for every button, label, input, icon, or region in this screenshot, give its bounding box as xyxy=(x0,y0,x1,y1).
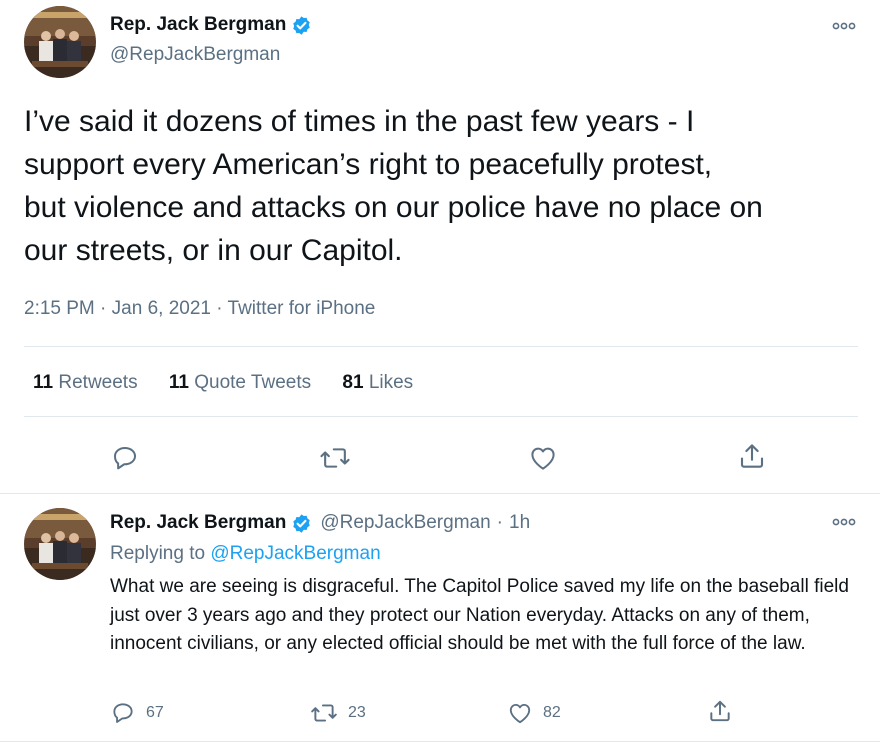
stat-count: 81 xyxy=(342,372,364,393)
retweet-button[interactable]: 23 xyxy=(310,700,366,726)
author-name-row[interactable]: Rep. Jack Bergman xyxy=(110,14,312,36)
retweet-button[interactable] xyxy=(318,441,352,475)
reply-button[interactable]: 67 xyxy=(110,700,164,726)
retweet-count: 23 xyxy=(348,704,366,721)
verified-icon xyxy=(293,15,311,35)
stat-label: Retweets xyxy=(58,372,138,393)
author-name[interactable]: Rep. Jack Bergman xyxy=(110,512,286,534)
reply-icon xyxy=(114,447,136,470)
reply-text: What we are seeing is disgraceful. The C… xyxy=(110,576,849,654)
stat-label: Likes xyxy=(368,372,414,393)
retweet-icon xyxy=(320,448,350,468)
reply-header: Rep. Jack Bergman @RepJackBergman · 1h xyxy=(110,512,530,534)
divider xyxy=(24,416,858,417)
tweet-text: I’ve said it dozens of times in the past… xyxy=(24,105,763,267)
author-handle[interactable]: @RepJackBergman xyxy=(320,512,490,534)
header-separator: · xyxy=(496,512,503,533)
main-tweet: Rep. Jack Bergman @RepJackBergman I’ve s… xyxy=(0,0,880,493)
like-icon xyxy=(531,447,555,470)
author-name[interactable]: Rep. Jack Bergman xyxy=(110,14,286,36)
avatar[interactable] xyxy=(24,508,96,580)
likes-stat[interactable]: 81 Likes xyxy=(342,372,413,394)
retweets-stat[interactable]: 11 Retweets xyxy=(33,372,138,394)
avatar[interactable] xyxy=(24,6,96,78)
author-handle[interactable]: @RepJackBergman xyxy=(110,44,280,66)
replying-label: Replying to xyxy=(110,543,206,564)
like-button[interactable] xyxy=(526,441,560,475)
tweet-time[interactable]: 2:15 PM xyxy=(24,298,95,319)
divider xyxy=(0,493,880,494)
share-button[interactable] xyxy=(707,698,733,724)
like-button[interactable]: 82 xyxy=(507,700,561,726)
stat-count: 11 xyxy=(33,372,54,393)
divider xyxy=(0,741,880,742)
like-count: 82 xyxy=(543,704,561,721)
tweet-source[interactable]: Twitter for iPhone xyxy=(228,298,376,319)
tweet-date[interactable]: Jan 6, 2021 xyxy=(112,298,211,319)
replying-handle-link[interactable]: @RepJackBergman xyxy=(210,543,380,564)
like-icon xyxy=(509,703,531,724)
reply-icon xyxy=(113,703,133,723)
replying-to: Replying to @RepJackBergman xyxy=(110,543,381,565)
share-icon xyxy=(740,444,764,468)
stat-label: Quote Tweets xyxy=(194,372,312,393)
more-icon[interactable] xyxy=(832,516,856,528)
tweet-meta: 2:15 PM · Jan 6, 2021 · Twitter for iPho… xyxy=(24,298,375,320)
quote-tweets-stat[interactable]: 11 Quote Tweets xyxy=(169,372,311,394)
divider xyxy=(24,346,858,347)
retweet-icon xyxy=(311,704,337,722)
stat-count: 11 xyxy=(168,372,189,393)
tweet-stats: 11 Retweets 11 Quote Tweets 81 Likes xyxy=(33,372,439,394)
meta-separator: · xyxy=(216,298,223,319)
share-button[interactable] xyxy=(735,439,769,473)
reply-button[interactable] xyxy=(108,441,142,475)
share-icon xyxy=(710,700,730,722)
more-icon[interactable] xyxy=(832,20,856,32)
verified-icon xyxy=(293,513,311,533)
reply-count: 67 xyxy=(146,704,164,721)
reply-time[interactable]: 1h xyxy=(509,512,530,534)
meta-separator: · xyxy=(100,298,107,319)
